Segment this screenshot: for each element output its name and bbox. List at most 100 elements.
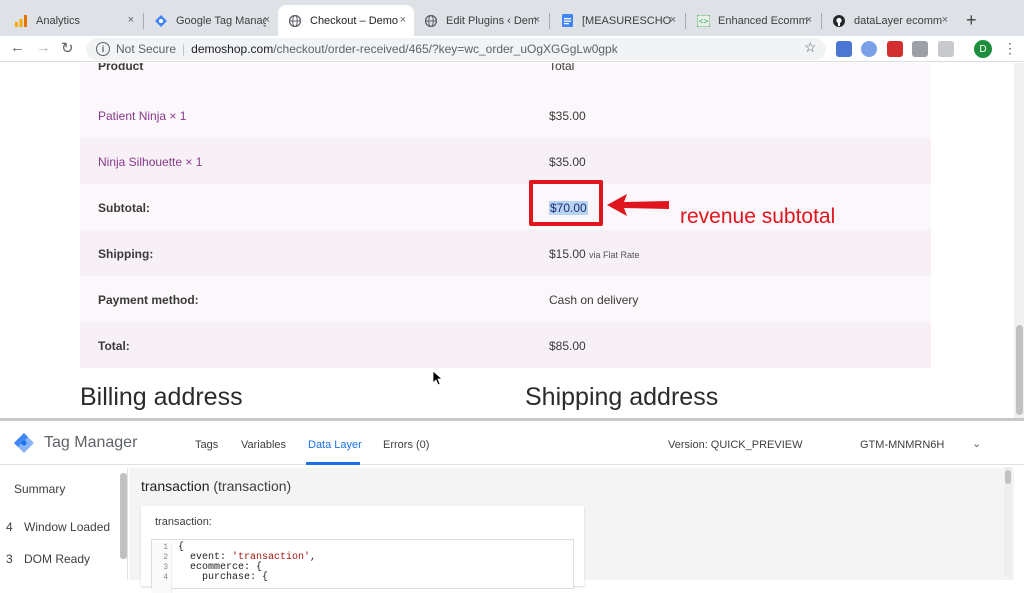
tab-edit-plugins[interactable]: Edit Plugins ‹ Dem × [414,5,548,36]
extension-icon[interactable] [887,41,903,57]
product-link[interactable]: Patient Ninja × 1 [98,109,186,123]
url-path: /checkout/order-received/465/?key=wc_ord… [273,42,618,56]
event-label: DOM Ready [24,552,91,566]
sidebar-item-summary[interactable]: Summary [14,482,132,496]
url-host: demoshop.com [191,42,274,56]
gtm-main-pane: transaction (transaction) transaction: 1… [129,468,1014,593]
table-row: Patient Ninja × 1 $35.00 [80,92,931,138]
tab-data-layer[interactable]: Data Layer [308,439,362,451]
shipping-amount: $15.00 [549,247,586,261]
more-menu-icon[interactable]: ⋮ [1003,40,1017,57]
code-line: purchase: { [178,572,269,583]
event-name: transaction [141,478,210,494]
event-label: Window Loaded [24,520,111,534]
tab-tags[interactable]: Tags [195,439,218,451]
bookmark-star-icon[interactable]: ☆ [804,39,817,56]
omnibox-divider: | [182,42,186,56]
extension-icon[interactable] [938,41,954,57]
chevron-down-icon[interactable]: ⌄ [972,437,981,450]
close-icon[interactable]: × [400,14,406,26]
tab-measureschool-doc[interactable]: [MEASURESCHOO × [550,5,684,36]
sidebar-scrollbar-thumb[interactable] [120,473,127,559]
gtm-title: Tag Manager [44,434,138,451]
code-punct: , [310,552,317,563]
reload-icon[interactable]: ↻ [61,39,74,57]
tag-manager-logo-icon [14,433,34,453]
tab-label: Google Tag Manag [176,14,266,27]
table-row: Ninja Silhouette × 1 $35.00 [80,138,931,184]
annotation-label: revenue subtotal [680,205,836,228]
browser-tab-strip: Analytics × Google Tag Manag × Checkout … [0,0,1024,36]
main-pane-scrollbar-thumb[interactable] [1005,470,1011,484]
shipping-address-heading: Shipping address [525,383,719,411]
extension-icon[interactable] [836,41,852,57]
product-link[interactable]: Ninja Silhouette × 1 [98,155,202,169]
event-number: 4 [6,520,13,534]
address-bar[interactable]: i Not Secure | demoshop.com/checkout/ord… [86,38,826,60]
tab-analytics[interactable]: Analytics × [4,5,142,36]
gtm-event-sidebar: Summary 4 Window Loaded 3 DOM Ready [0,468,128,580]
payment-method-value: Cash on delivery [549,293,639,307]
gtm-header: Tag Manager Tags Variables Data Layer Er… [0,421,1024,465]
forward-icon[interactable]: → [36,39,51,56]
tab-datalayer-ecommerce[interactable]: dataLayer ecomm × [822,5,956,36]
tab-checkout[interactable]: Checkout – Demo × [278,5,414,36]
github-icon [832,14,846,28]
payment-method-label: Payment method: [98,293,199,307]
line-number: 3 [163,563,168,572]
event-type: (transaction) [213,478,292,494]
svg-text:<>: <> [698,18,708,27]
close-icon[interactable]: × [670,14,676,26]
total-label: Total: [98,339,130,353]
globe-icon [288,14,302,28]
annotation-arrow-icon [607,194,669,216]
gtm-icon [154,14,168,28]
new-tab-button[interactable]: + [966,10,977,31]
page-content: Product Total Patient Ninja × 1 $35.00 N… [0,63,1014,418]
line-total: $35.00 [549,155,586,169]
shipping-label: Shipping: [98,247,154,261]
line-total: $35.00 [549,109,586,123]
code-lines: { event: 'transaction', ecommerce: { pur… [178,543,316,583]
shipping-method: via Flat Rate [589,250,640,260]
close-icon[interactable]: × [128,14,134,26]
tab-variables[interactable]: Variables [241,439,286,451]
datalayer-message-card: transaction: 1 2 3 4 { event: 'transacti… [141,506,584,593]
shipping-value: $15.00 via Flat Rate [549,247,640,261]
annotation-highlight-box [529,180,603,226]
back-icon[interactable]: ← [10,39,25,56]
close-icon[interactable]: × [806,14,812,26]
close-icon[interactable]: × [942,14,948,26]
line-number: 1 [163,543,168,552]
event-number: 3 [6,552,13,566]
total-value: $85.00 [549,339,586,353]
tab-label: Analytics [36,14,81,27]
page-scrollbar-thumb[interactable] [1016,325,1023,415]
active-tab-indicator [306,462,360,465]
container-id: GTM-MNMRN6H [860,439,945,451]
table-row: Shipping: $15.00 via Flat Rate [80,230,931,276]
tab-enhanced-ecommerce[interactable]: <> Enhanced Ecomm × [686,5,820,36]
close-icon[interactable]: × [534,14,540,26]
extension-icon[interactable] [861,41,877,57]
card-title: transaction: [155,516,212,528]
table-row: Total: $85.00 [80,322,931,368]
gtm-debug-panel: Tag Manager Tags Variables Data Layer Er… [0,418,1024,593]
globe-icon [424,14,438,28]
avatar[interactable]: D [974,40,992,58]
security-status: Not Secure [116,42,177,56]
info-icon[interactable]: i [96,42,110,56]
analytics-icon [14,14,28,28]
tab-errors[interactable]: Errors (0) [383,439,429,451]
extension-icon[interactable] [912,41,928,57]
line-numbers: 1 2 3 4 [152,543,172,593]
subtotal-label: Subtotal: [98,201,150,215]
tab-label: dataLayer ecomm [854,14,943,27]
version-label: Version: QUICK_PREVIEW [668,439,803,451]
header-total: Total [549,63,575,73]
tab-google-tag-manager[interactable]: Google Tag Manag × [144,5,278,36]
tab-label: Checkout – Demo [310,14,399,27]
mouse-cursor-icon [433,371,443,386]
event-title: transaction (transaction) [141,478,291,494]
close-icon[interactable]: × [264,14,270,26]
